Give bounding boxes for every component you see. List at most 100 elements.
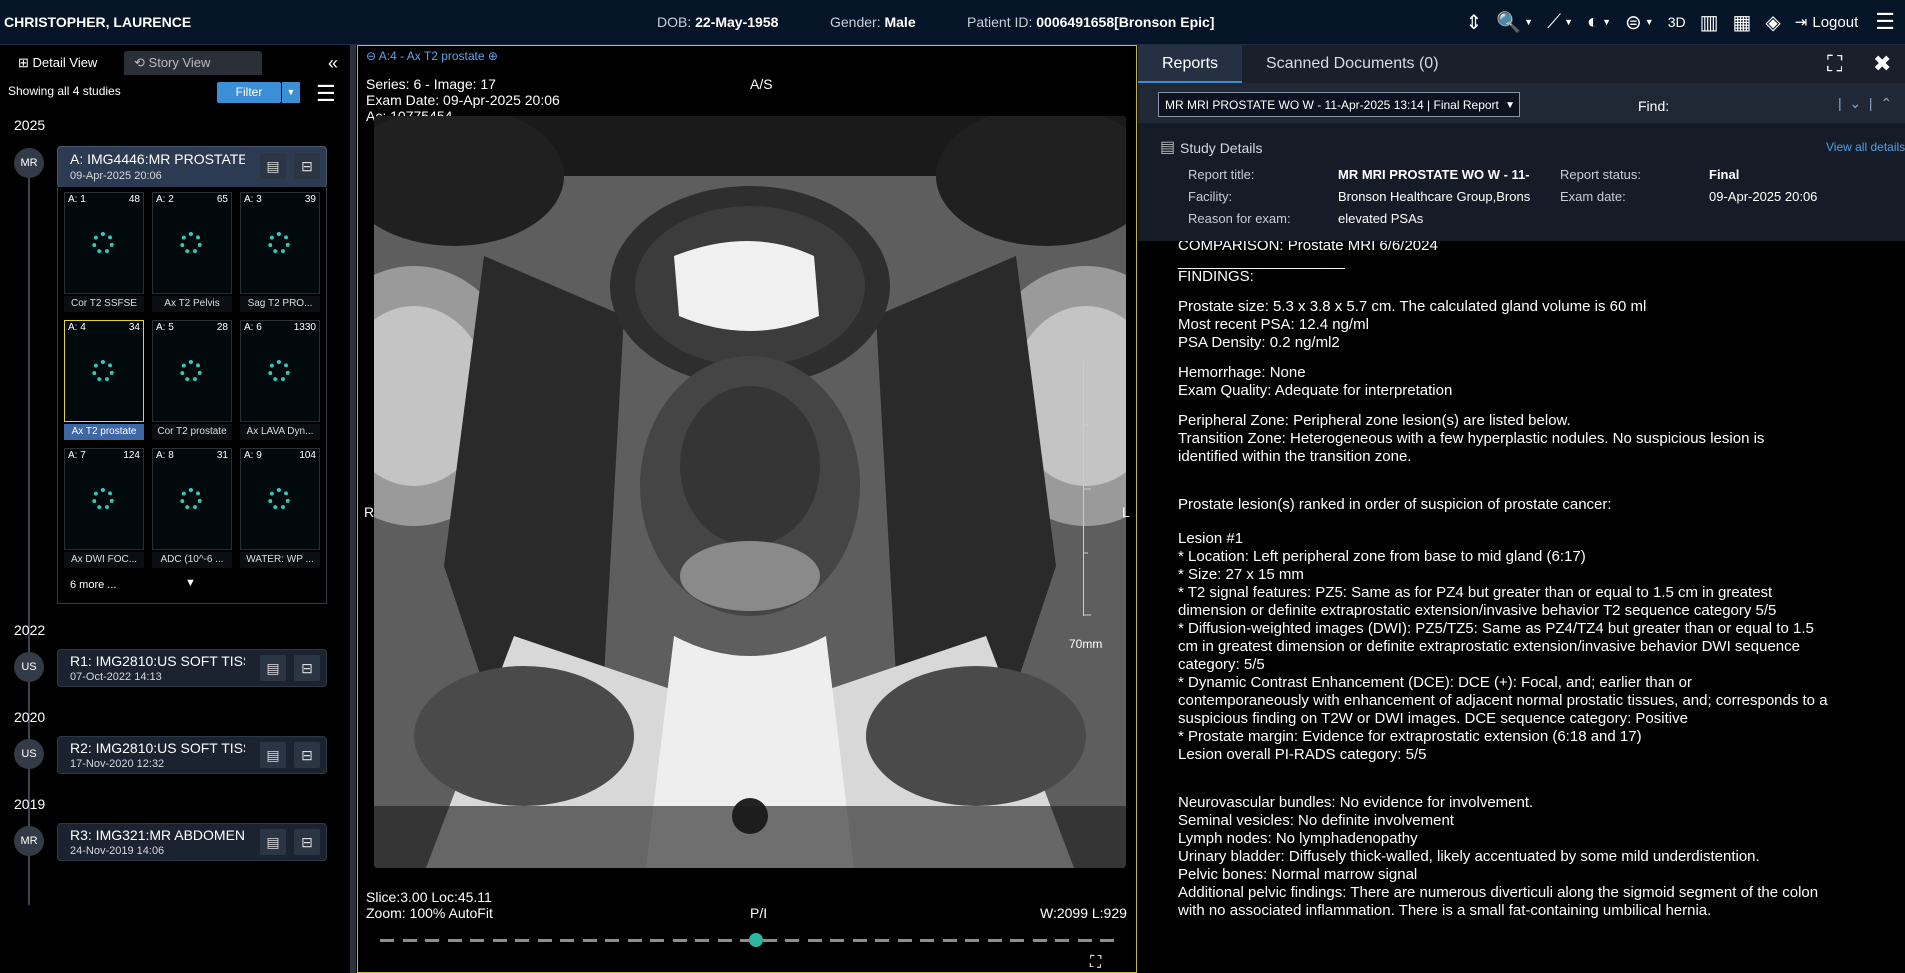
report-line: Peripheral Zone: Peripheral zone lesion(… [1178, 412, 1571, 429]
series-thumbnail[interactable]: A: 2 65 Ax T2 Pelvis [152, 192, 232, 314]
series-icon[interactable]: ⊟ [294, 655, 320, 681]
report-line: Hemorrhage: None [1178, 364, 1306, 381]
slider-tick [447, 939, 462, 942]
toolbar: ⇕ 🔍 ▼ ⟋ ▼ ◐ ▼ ⊜ ▼ 3D ▥ ▦ ◈ ⇥ Logout ☰ [1458, 0, 1905, 44]
loading-spinner-icon [268, 488, 290, 510]
more-series-link[interactable]: 6 more ... [70, 579, 116, 591]
patient-id: Patient ID: 0006491658[Bronson Epic] [967, 14, 1215, 30]
series-thumbnail[interactable]: A: 9 104 WATER: WP ... [240, 448, 320, 570]
window-level-icon[interactable]: ◐ ▼ [1587, 11, 1611, 34]
exam-date-overlay: Exam Date: 09-Apr-2025 20:06 [366, 92, 560, 108]
slider-tick [380, 939, 394, 942]
series-thumbnail[interactable]: A: 7 124 Ax DWI FOC... [64, 448, 144, 570]
report-line: FINDINGS: [1178, 268, 1254, 285]
series-thumbnail[interactable]: A: 6 1330 Ax LAVA Dyn... [240, 320, 320, 442]
slider-tick [852, 939, 867, 942]
report-icon[interactable]: ▤ [260, 742, 286, 768]
scroll-icon[interactable]: ⇕ [1465, 10, 1482, 35]
filter-dropdown-icon[interactable]: ▼ [282, 82, 300, 103]
measure-icon[interactable]: ⟋ ▼ [1547, 11, 1573, 34]
slider-knob[interactable] [749, 933, 764, 947]
prev-series-icon[interactable]: ⊖ [366, 49, 376, 63]
orientation-bottom: P/I [750, 905, 768, 921]
loading-spinner-icon [268, 360, 290, 382]
next-series-icon[interactable]: ⊕ [488, 49, 498, 63]
report-select[interactable]: MR MRI PROSTATE WO W - 11-Apr-2025 13:14… [1158, 92, 1520, 117]
report-title-value: MR MRI PROSTATE WO W - 11- [1338, 167, 1530, 182]
series-thumbnail[interactable]: A: 8 31 ADC (10^-6 ... [152, 448, 232, 570]
reason-label: Reason for exam: [1188, 211, 1291, 226]
view-all-details-link[interactable]: View all details [1826, 140, 1905, 154]
report-line: Neurovascular bundles: No evidence for i… [1178, 794, 1534, 811]
sync-icon[interactable]: ⊜ ▼ [1625, 10, 1654, 35]
slider-tick [515, 939, 529, 942]
series-icon[interactable]: ⊟ [294, 153, 320, 179]
menu-icon[interactable]: ☰ [1875, 9, 1895, 35]
series-thumbnail-selected[interactable]: A: 4 34 Ax T2 prostate [64, 320, 144, 442]
tab-story-view[interactable]: ⟲ Story View [124, 51, 262, 75]
filter-button[interactable]: Filter [217, 82, 281, 103]
close-icon[interactable]: ✖ [1873, 51, 1891, 77]
series-thumbnail[interactable]: A: 1 48 Cor T2 SSFSE [64, 192, 144, 314]
study-count: Showing all 4 studies [8, 84, 121, 98]
slider-tick [627, 939, 642, 942]
study-item[interactable]: A: IMG4446:MR PROSTATE WO W 09-Apr-2025 … [57, 146, 327, 188]
image-viewport[interactable]: ⊖ A:4 - Ax T2 prostate ⊕ Series: 6 - Ima… [357, 45, 1137, 973]
series-thumbnail[interactable]: A: 5 28 Cor T2 prostate [152, 320, 232, 442]
mri-image[interactable] [374, 116, 1126, 868]
study-item[interactable]: R1: IMG2810:US SOFT TISSUE 07-Oct-2022 1… [57, 649, 327, 687]
slider-tick [492, 939, 507, 942]
report-icon[interactable]: ▤ [260, 829, 286, 855]
loading-spinner-icon [268, 232, 290, 254]
grid-icon[interactable]: ▦ [1733, 10, 1752, 35]
slider-tick [650, 939, 664, 942]
report-line: contemporaneously with enhancement of ad… [1178, 692, 1828, 709]
study-item[interactable]: R3: IMG321:MR ABDOMEN 24-Nov-2019 14:06 … [57, 823, 327, 861]
logout-button[interactable]: ⇥ Logout [1795, 13, 1858, 32]
slider-tick [582, 939, 597, 942]
facility-label: Facility: [1188, 189, 1233, 204]
scale-label: 70mm [1069, 637, 1103, 651]
slider-tick [537, 939, 552, 942]
find-controls[interactable]: | ⌄ | ⌃ [1838, 95, 1892, 112]
study-item[interactable]: R2: IMG2810:US SOFT TISSUE 17-Nov-2020 1… [57, 736, 327, 774]
modality-badge: US [14, 739, 44, 769]
list-view-icon[interactable]: ☰ [316, 81, 336, 107]
slider-tick [920, 939, 934, 942]
layout-icon[interactable]: ▥ [1700, 10, 1719, 35]
zoom-icon[interactable]: 🔍 ▼ [1496, 10, 1533, 35]
report-line: Lesion #1 [1178, 530, 1244, 547]
tab-reports[interactable]: Reports [1138, 45, 1242, 83]
report-icon[interactable]: ▤ [260, 153, 286, 179]
exam-date-label: Exam date: [1560, 189, 1626, 204]
image-slider[interactable] [380, 933, 1118, 947]
facility-value: Bronson Healthcare Group,Brons [1338, 189, 1531, 204]
fullscreen-icon[interactable]: ⛶ [1090, 954, 1101, 972]
modality-badge: MR [14, 826, 44, 856]
slider-tick [965, 939, 979, 942]
report-title-label: Report title: [1188, 167, 1255, 182]
grid-view-icon: ⊞ [18, 55, 29, 70]
3d-icon[interactable]: 3D [1668, 14, 1686, 30]
tab-scanned-documents[interactable]: Scanned Documents (0) [1266, 45, 1439, 83]
loading-spinner-icon [92, 488, 114, 510]
collapse-icon[interactable]: « [328, 53, 338, 74]
slider-tick [1055, 939, 1069, 942]
series-info: Series: 6 - Image: 17 [366, 76, 496, 92]
report-panel: Reports Scanned Documents (0) ⛶ ✖ MR MRI… [1138, 45, 1905, 973]
year-label: 2019 [14, 796, 46, 812]
layers-icon[interactable]: ◈ [1765, 10, 1780, 35]
study-panel: ⊞ Detail View ⟲ Story View « Showing all… [0, 45, 348, 973]
tab-detail-view[interactable]: ⊞ Detail View [8, 51, 128, 75]
study-title: R1: IMG2810:US SOFT TISSUE [70, 653, 245, 669]
report-icon[interactable]: ▤ [260, 655, 286, 681]
expand-icon[interactable]: ⛶ [1827, 51, 1842, 77]
panel-resizer[interactable] [350, 45, 356, 973]
report-line: * T2 signal features: PZ5: Same as for P… [1178, 584, 1773, 601]
series-icon[interactable]: ⊟ [294, 829, 320, 855]
series-icon[interactable]: ⊟ [294, 742, 320, 768]
series-thumbnail[interactable]: A: 3 39 Sag T2 PRO... [240, 192, 320, 314]
chevron-down-icon[interactable]: ▼ [185, 577, 196, 589]
orientation-right: L [1122, 504, 1130, 520]
report-line: Urinary bladder: Diffusely thick-walled,… [1178, 848, 1760, 865]
